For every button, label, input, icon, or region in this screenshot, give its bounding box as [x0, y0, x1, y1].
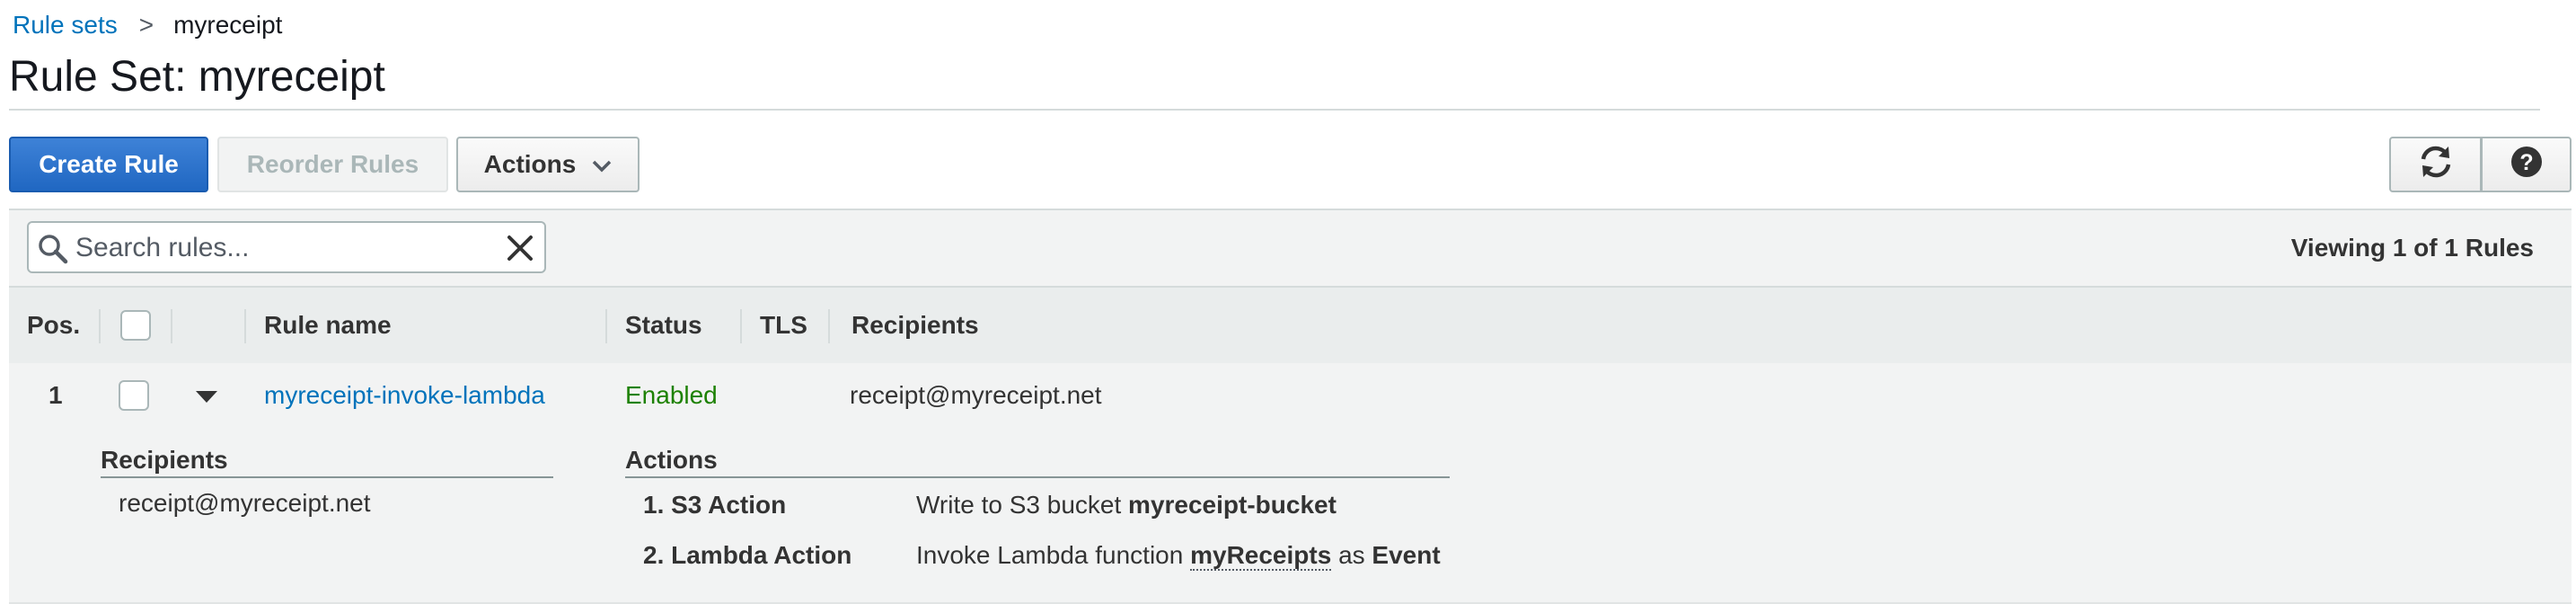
- refresh-button[interactable]: [2389, 137, 2482, 192]
- breadcrumb-current: myreceipt: [173, 11, 283, 39]
- reorder-rules-button[interactable]: Reorder Rules: [217, 137, 448, 192]
- column-header-rule-name[interactable]: Rule name: [264, 288, 392, 363]
- row-position: 1: [49, 381, 63, 409]
- help-button[interactable]: ?: [2481, 137, 2572, 192]
- search-input[interactable]: [74, 226, 490, 270]
- caret-down-icon: [196, 381, 217, 410]
- column-divider: [171, 309, 172, 343]
- viewing-count: Viewing 1 of 1 Rules: [2290, 234, 2534, 262]
- action-label-lambda: 2. Lambda Action: [643, 541, 852, 569]
- column-divider: [828, 309, 830, 343]
- column-header-tls[interactable]: TLS: [760, 288, 807, 363]
- search-box: [27, 221, 546, 273]
- refresh-icon: [2416, 144, 2456, 186]
- create-rule-button[interactable]: Create Rule: [9, 137, 208, 192]
- action-description-lambda: Invoke Lambda function myReceipts as Eve…: [916, 541, 1441, 571]
- column-divider: [244, 309, 246, 343]
- search-icon: [38, 234, 68, 269]
- create-rule-label: Create Rule: [39, 150, 179, 178]
- filter-bar: Viewing 1 of 1 Rules: [9, 209, 2572, 287]
- column-header-pos[interactable]: Pos.: [27, 288, 80, 363]
- clear-search-icon[interactable]: [507, 235, 534, 266]
- detail-recipient-item: receipt@myreceipt.net: [119, 489, 371, 517]
- column-header-recipients[interactable]: Recipients: [851, 288, 979, 363]
- actions-dropdown-button[interactable]: Actions: [456, 137, 640, 192]
- rule-status: Enabled: [625, 381, 718, 409]
- title-divider: [9, 109, 2540, 111]
- rule-name-link[interactable]: myreceipt-invoke-lambda: [264, 363, 545, 428]
- table-header: Pos. Rule name Status TLS Recipients: [9, 286, 2572, 365]
- row-checkbox[interactable]: [119, 380, 149, 411]
- action-lambda-function[interactable]: myReceipts: [1190, 541, 1332, 571]
- action-lambda-prefix: Invoke Lambda function: [916, 541, 1184, 569]
- page-title: Rule Set: myreceipt: [9, 53, 385, 101]
- breadcrumb: Rule sets > myreceipt: [13, 7, 282, 43]
- column-header-status[interactable]: Status: [625, 288, 702, 363]
- actions-label: Actions: [483, 150, 577, 178]
- table-row[interactable]: 1 myreceipt-invoke-lambda Enabled receip…: [9, 363, 2572, 430]
- action-s3-prefix: Write to S3 bucket: [916, 491, 1122, 519]
- reorder-rules-label: Reorder Rules: [246, 150, 419, 178]
- action-lambda-as: as: [1338, 541, 1365, 569]
- column-divider: [740, 309, 742, 343]
- column-divider: [605, 309, 607, 343]
- action-s3-bucket: myreceipt-bucket: [1128, 491, 1337, 519]
- detail-actions-heading: Actions: [625, 446, 1450, 478]
- action-description-s3: Write to S3 bucket myreceipt-bucket: [916, 491, 1337, 520]
- rule-detail-panel: Recipients receipt@myreceipt.net Actions…: [9, 428, 2572, 604]
- detail-recipients-heading: Recipients: [101, 446, 553, 478]
- action-lambda-invocation: Event: [1372, 541, 1441, 569]
- rule-recipients: receipt@myreceipt.net: [850, 381, 1102, 409]
- action-label-s3: 1. S3 Action: [643, 491, 787, 519]
- select-all-checkbox[interactable]: [120, 310, 151, 341]
- breadcrumb-rule-sets-link[interactable]: Rule sets: [13, 11, 118, 40]
- breadcrumb-separator: >: [138, 11, 154, 39]
- help-icon: ?: [2510, 146, 2543, 184]
- chevron-down-icon: [592, 150, 612, 179]
- expand-row-toggle[interactable]: [196, 363, 217, 428]
- svg-text:?: ?: [2519, 150, 2533, 175]
- column-divider: [99, 309, 101, 343]
